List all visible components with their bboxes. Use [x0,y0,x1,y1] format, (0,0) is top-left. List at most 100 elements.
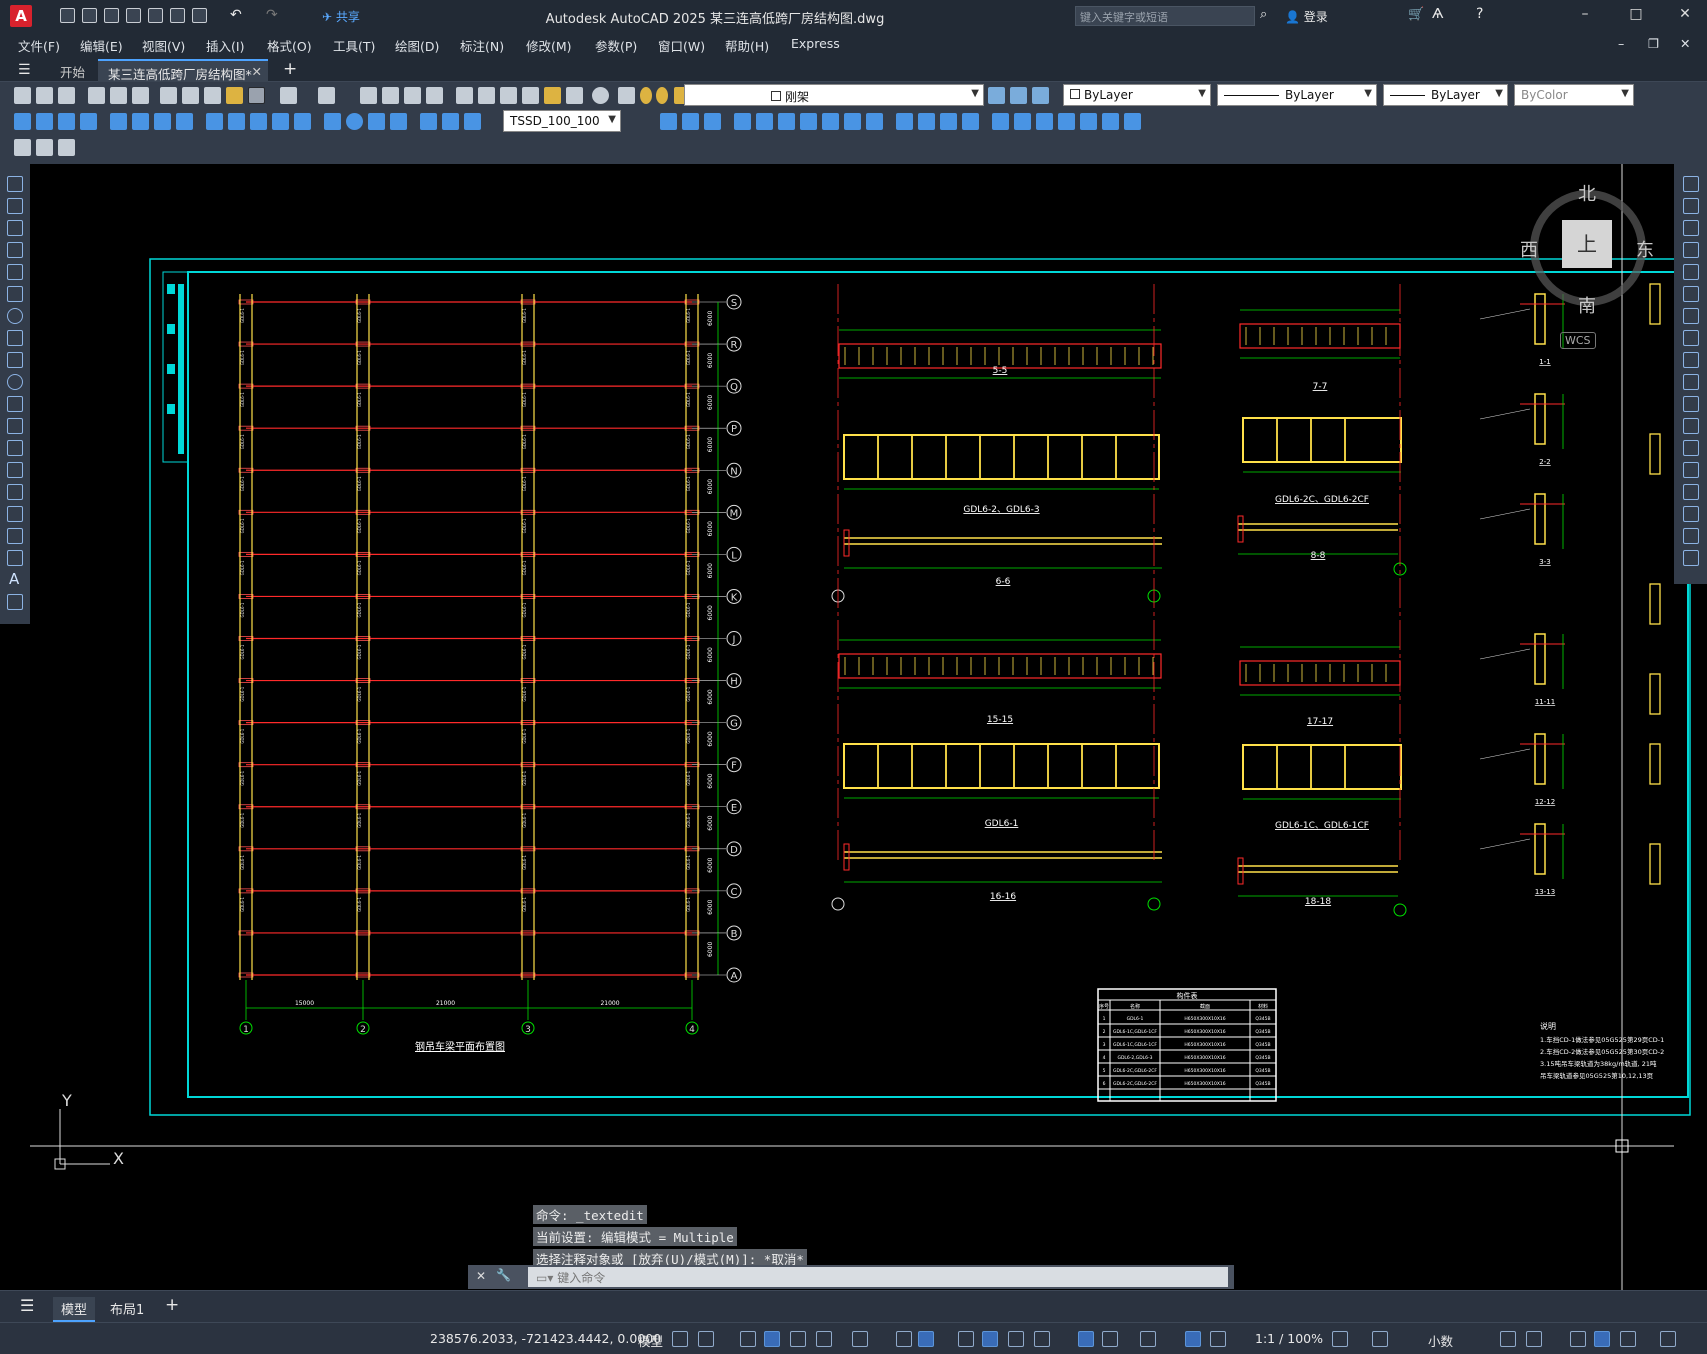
blend-pal-icon[interactable] [1683,528,1699,544]
text-style-icon[interactable] [14,139,31,156]
make-block-icon[interactable] [7,440,23,456]
zoom-realtime-icon[interactable] [382,87,399,104]
offset-pal-icon[interactable] [1683,242,1699,258]
erase-icon[interactable] [660,113,677,130]
lineweight-icon[interactable] [958,1331,974,1347]
move-icon[interactable] [778,113,795,130]
gradient-icon[interactable] [7,506,23,522]
autoscale-icon[interactable] [1210,1331,1226,1347]
radius-dim-icon[interactable] [110,113,127,130]
units-select[interactable]: 小数 [1428,1331,1453,1350]
extend-icon[interactable] [896,113,913,130]
search-input[interactable]: 键入关键字或短语 [1075,6,1255,26]
dim-space-icon[interactable] [272,113,289,130]
infer-constraints-icon[interactable] [740,1331,756,1347]
wcs-menu[interactable]: WCS [1560,332,1596,349]
lineweight-select[interactable]: ByLayer ▼ [1383,84,1508,106]
compass-north[interactable]: 北 [1578,180,1596,206]
minimize-button[interactable]: – [1575,6,1595,26]
pan-icon[interactable] [360,87,377,104]
table-icon[interactable] [7,550,23,566]
close-cmd-icon[interactable]: ✕ [476,1269,486,1283]
redo-tb-icon[interactable] [318,87,335,104]
calculator-icon[interactable] [566,87,583,104]
tool-palettes-icon[interactable] [500,87,517,104]
menu-format[interactable]: 格式(O) [267,36,312,55]
hatch-icon[interactable] [7,484,23,500]
rectangle-icon[interactable] [7,264,23,280]
menu-insert[interactable]: 插入(I) [206,36,244,55]
drawing-canvas[interactable]: S 6000 R 6000 Q 6000 P 6000 N 6000 M 6000 L 6000 K 6000… [0,164,1707,1290]
selection-filter-icon[interactable] [1102,1331,1118,1347]
add-layout-icon[interactable]: + [165,1295,179,1315]
break-icon[interactable] [918,113,935,130]
fillet-pal-icon[interactable] [1683,506,1699,522]
tab-layout1[interactable]: 布局1 [102,1297,152,1320]
edit-array-icon[interactable] [1124,113,1141,130]
linear-dim-icon[interactable] [14,113,31,130]
trim-pal-icon[interactable] [1683,374,1699,390]
layer-freeze-icon[interactable] [656,87,668,104]
arc-icon[interactable] [7,286,23,302]
layer-properties-icon[interactable] [618,87,635,104]
stretch-pal-icon[interactable] [1683,352,1699,368]
doc-minimize-button[interactable]: – [1618,36,1624,51]
selection-cycling-icon[interactable] [1008,1331,1024,1347]
compass-west[interactable]: 西 [1520,236,1538,262]
markup-icon[interactable] [544,87,561,104]
compass-south[interactable]: 南 [1578,292,1596,318]
mirror-icon[interactable] [704,113,721,130]
menu-window[interactable]: 窗口(W) [658,36,705,55]
grid-icon[interactable] [672,1331,688,1347]
break-pal-icon[interactable] [1683,440,1699,456]
ortho-icon[interactable] [790,1331,806,1347]
edit-spline-icon[interactable] [1080,113,1097,130]
viewcube[interactable]: 北 南 东 西 上 WCS [1520,180,1670,350]
model-space-button[interactable]: 模型 [638,1331,663,1350]
center-mark-icon[interactable] [346,113,363,130]
copy-icon[interactable] [182,87,199,104]
chamfer-icon[interactable] [962,113,979,130]
edit-polyline-icon[interactable] [1058,113,1075,130]
continue-dim-icon[interactable] [250,113,267,130]
linetype-select[interactable]: ByLayer ▼ [1217,84,1377,106]
menu-parametric[interactable]: 参数(P) [595,36,637,55]
ordinate-dim-icon[interactable] [80,113,97,130]
offset-icon[interactable] [734,113,751,130]
menu-dimension[interactable]: 标注(N) [460,36,504,55]
dim-text-edit-icon[interactable] [442,113,459,130]
menu-draw[interactable]: 绘图(D) [395,36,439,55]
jogged-linear-icon[interactable] [390,113,407,130]
tab-model[interactable]: 模型 [53,1297,96,1322]
extend-pal-icon[interactable] [1683,396,1699,412]
color-select[interactable]: ByLayer ▼ [1063,84,1211,106]
publish-icon[interactable] [132,87,149,104]
annotation-scale[interactable]: 1:1 / 100% [1255,1331,1323,1346]
insert-block-icon[interactable] [7,418,23,434]
polygon-icon[interactable] [7,242,23,258]
point-icon[interactable] [7,462,23,478]
stretch-icon[interactable] [844,113,861,130]
copy-object-icon[interactable] [682,113,699,130]
revcloud-icon[interactable] [7,330,23,346]
workspace-gear-icon[interactable] [1332,1331,1348,1347]
print-icon[interactable] [88,87,105,104]
jogged-dim-icon[interactable] [132,113,149,130]
help-icon[interactable]: ? [1476,6,1483,22]
snap-icon[interactable] [698,1331,714,1347]
new-tab-icon[interactable]: + [283,59,297,79]
annotation-monitor-icon[interactable] [1372,1331,1388,1347]
line-icon[interactable] [7,176,23,192]
polyline-icon[interactable] [7,220,23,236]
tab-active-file[interactable]: 某三连高低跨厂房结构图* ✕ [98,59,268,82]
maximize-button[interactable]: □ [1626,6,1646,26]
spline-icon[interactable] [7,352,23,368]
circle-icon[interactable] [7,308,23,324]
ellipse-arc-icon[interactable] [7,396,23,412]
rotate-pal-icon[interactable] [1683,308,1699,324]
construction-line-icon[interactable] [7,198,23,214]
table-style-icon[interactable] [36,139,53,156]
baseline-dim-icon[interactable] [228,113,245,130]
isolate-objects-icon[interactable] [1570,1331,1586,1347]
isodraft-icon[interactable] [852,1331,868,1347]
